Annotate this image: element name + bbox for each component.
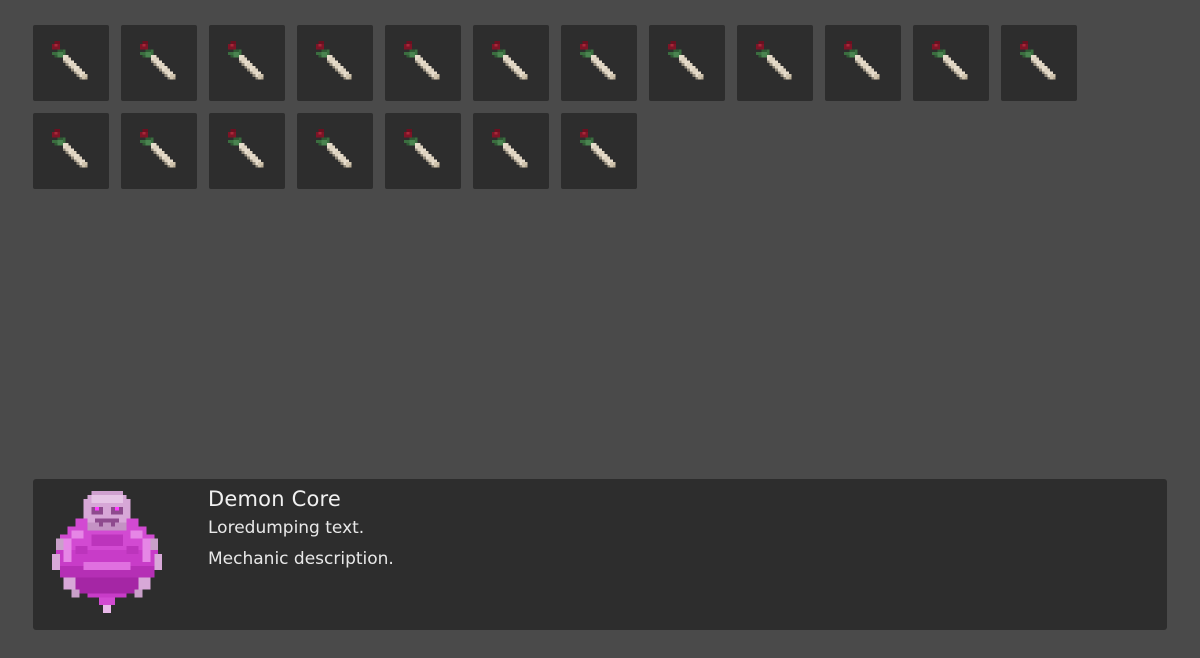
inventory-slot[interactable] <box>561 113 637 189</box>
item-name: Demon Core <box>208 487 341 511</box>
inventory-slot[interactable] <box>385 113 461 189</box>
inventory-slot[interactable] <box>649 25 725 101</box>
inventory-slot[interactable] <box>297 25 373 101</box>
dagger-icon <box>137 129 181 173</box>
item-info-panel: Demon Core Loredumping text. Mechanic de… <box>33 479 1167 630</box>
inventory-slot[interactable] <box>913 25 989 101</box>
dagger-icon <box>225 129 269 173</box>
inventory-grid <box>33 25 1163 189</box>
dagger-icon <box>313 129 357 173</box>
dagger-icon <box>489 129 533 173</box>
item-info-text: Demon Core Loredumping text. Mechanic de… <box>208 485 394 575</box>
inventory-slot[interactable] <box>209 25 285 101</box>
inventory-slot[interactable] <box>209 113 285 189</box>
dagger-icon <box>489 41 533 85</box>
dagger-icon <box>577 129 621 173</box>
inventory-slot[interactable] <box>825 25 901 101</box>
inventory-slot[interactable] <box>297 113 373 189</box>
inventory-slot[interactable] <box>121 25 197 101</box>
dagger-icon <box>313 41 357 85</box>
dagger-icon <box>841 41 885 85</box>
demon-core-icon <box>51 491 163 617</box>
dagger-icon <box>225 41 269 85</box>
dagger-icon <box>137 41 181 85</box>
inventory-slot[interactable] <box>737 25 813 101</box>
dagger-icon <box>665 41 709 85</box>
inventory-slot[interactable] <box>33 25 109 101</box>
dagger-icon <box>401 41 445 85</box>
inventory-slot[interactable] <box>473 25 549 101</box>
inventory-slot[interactable] <box>473 113 549 189</box>
dagger-icon <box>49 129 93 173</box>
item-lore-text: Loredumping text. <box>208 518 365 538</box>
inventory-slot[interactable] <box>561 25 637 101</box>
inventory-slot[interactable] <box>33 113 109 189</box>
dagger-icon <box>753 41 797 85</box>
dagger-icon <box>49 41 93 85</box>
inventory-slot[interactable] <box>1001 25 1077 101</box>
dagger-icon <box>1017 41 1061 85</box>
dagger-icon <box>929 41 973 85</box>
item-mechanic-text: Mechanic description. <box>208 549 394 569</box>
inventory-slot[interactable] <box>385 25 461 101</box>
dagger-icon <box>401 129 445 173</box>
dagger-icon <box>577 41 621 85</box>
inventory-slot[interactable] <box>121 113 197 189</box>
